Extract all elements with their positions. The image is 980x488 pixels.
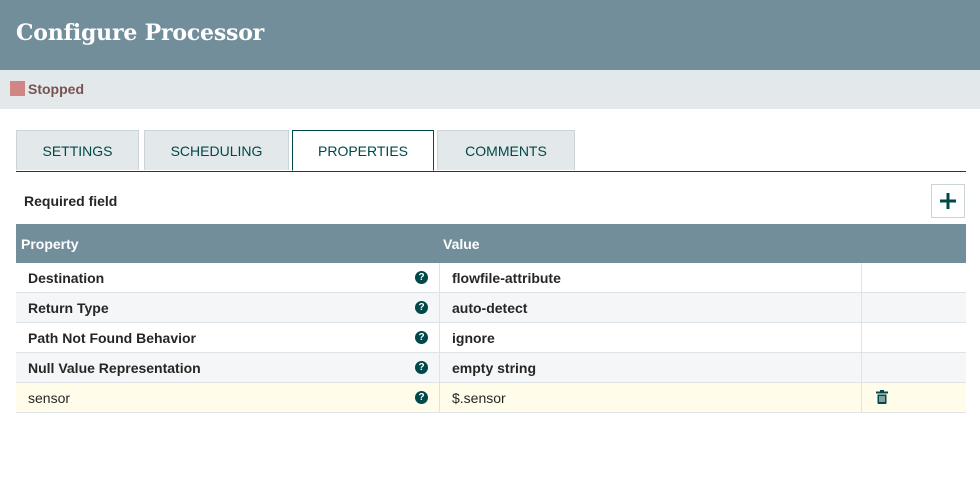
tab-properties[interactable]: PROPERTIES — [292, 130, 434, 171]
tab-scheduling[interactable]: SCHEDULING — [144, 130, 289, 170]
help-icon[interactable]: ? — [415, 391, 428, 404]
table-row[interactable]: Return Type ? auto-detect — [16, 293, 966, 323]
trash-icon[interactable] — [876, 390, 888, 404]
table-header: Property Value — [16, 224, 966, 263]
column-header-value: Value — [443, 236, 480, 252]
property-value[interactable]: ignore — [452, 330, 495, 346]
column-divider — [861, 323, 862, 352]
property-name: Path Not Found Behavior — [28, 330, 196, 346]
tab-bar: SETTINGS SCHEDULING PROPERTIES COMMENTS — [16, 130, 966, 172]
column-divider — [439, 353, 440, 382]
tab-settings[interactable]: SETTINGS — [16, 130, 139, 170]
property-value[interactable]: auto-detect — [452, 300, 527, 316]
status-label: Stopped — [28, 81, 84, 97]
status-bar: Stopped — [0, 70, 980, 109]
column-divider — [861, 293, 862, 322]
property-value[interactable]: $.sensor — [452, 390, 506, 406]
properties-table: Property Value Destination ? flowfile-at… — [16, 224, 966, 413]
property-name: Return Type — [28, 300, 109, 316]
help-icon[interactable]: ? — [415, 301, 428, 314]
dialog-title: Configure Processor — [16, 20, 265, 46]
column-divider — [861, 263, 862, 292]
property-name: sensor — [28, 390, 71, 406]
column-divider — [861, 353, 862, 382]
column-divider — [861, 383, 862, 412]
plus-icon — [940, 193, 956, 209]
table-row[interactable]: Path Not Found Behavior ? ignore — [16, 323, 966, 353]
column-divider — [439, 293, 440, 322]
help-icon[interactable]: ? — [415, 271, 428, 284]
help-icon[interactable]: ? — [415, 331, 428, 344]
property-name: Destination — [28, 270, 105, 286]
dialog-header: Configure Processor — [0, 0, 980, 70]
tab-comments[interactable]: COMMENTS — [437, 130, 575, 170]
column-divider — [439, 263, 440, 292]
required-field-label: Required field — [24, 193, 118, 209]
stopped-icon — [10, 81, 25, 96]
column-divider — [439, 323, 440, 352]
table-row[interactable]: Destination ? flowfile-attribute — [16, 263, 966, 293]
property-name: Null Value Representation — [28, 360, 201, 376]
column-divider — [439, 383, 440, 412]
property-value[interactable]: flowfile-attribute — [452, 270, 561, 286]
property-value[interactable]: empty string — [452, 360, 536, 376]
table-row[interactable]: Null Value Representation ? empty string — [16, 353, 966, 383]
table-row[interactable]: sensor ? $.sensor — [16, 383, 966, 413]
help-icon[interactable]: ? — [415, 361, 428, 374]
column-header-property: Property — [21, 236, 79, 252]
add-property-button[interactable] — [931, 184, 965, 218]
